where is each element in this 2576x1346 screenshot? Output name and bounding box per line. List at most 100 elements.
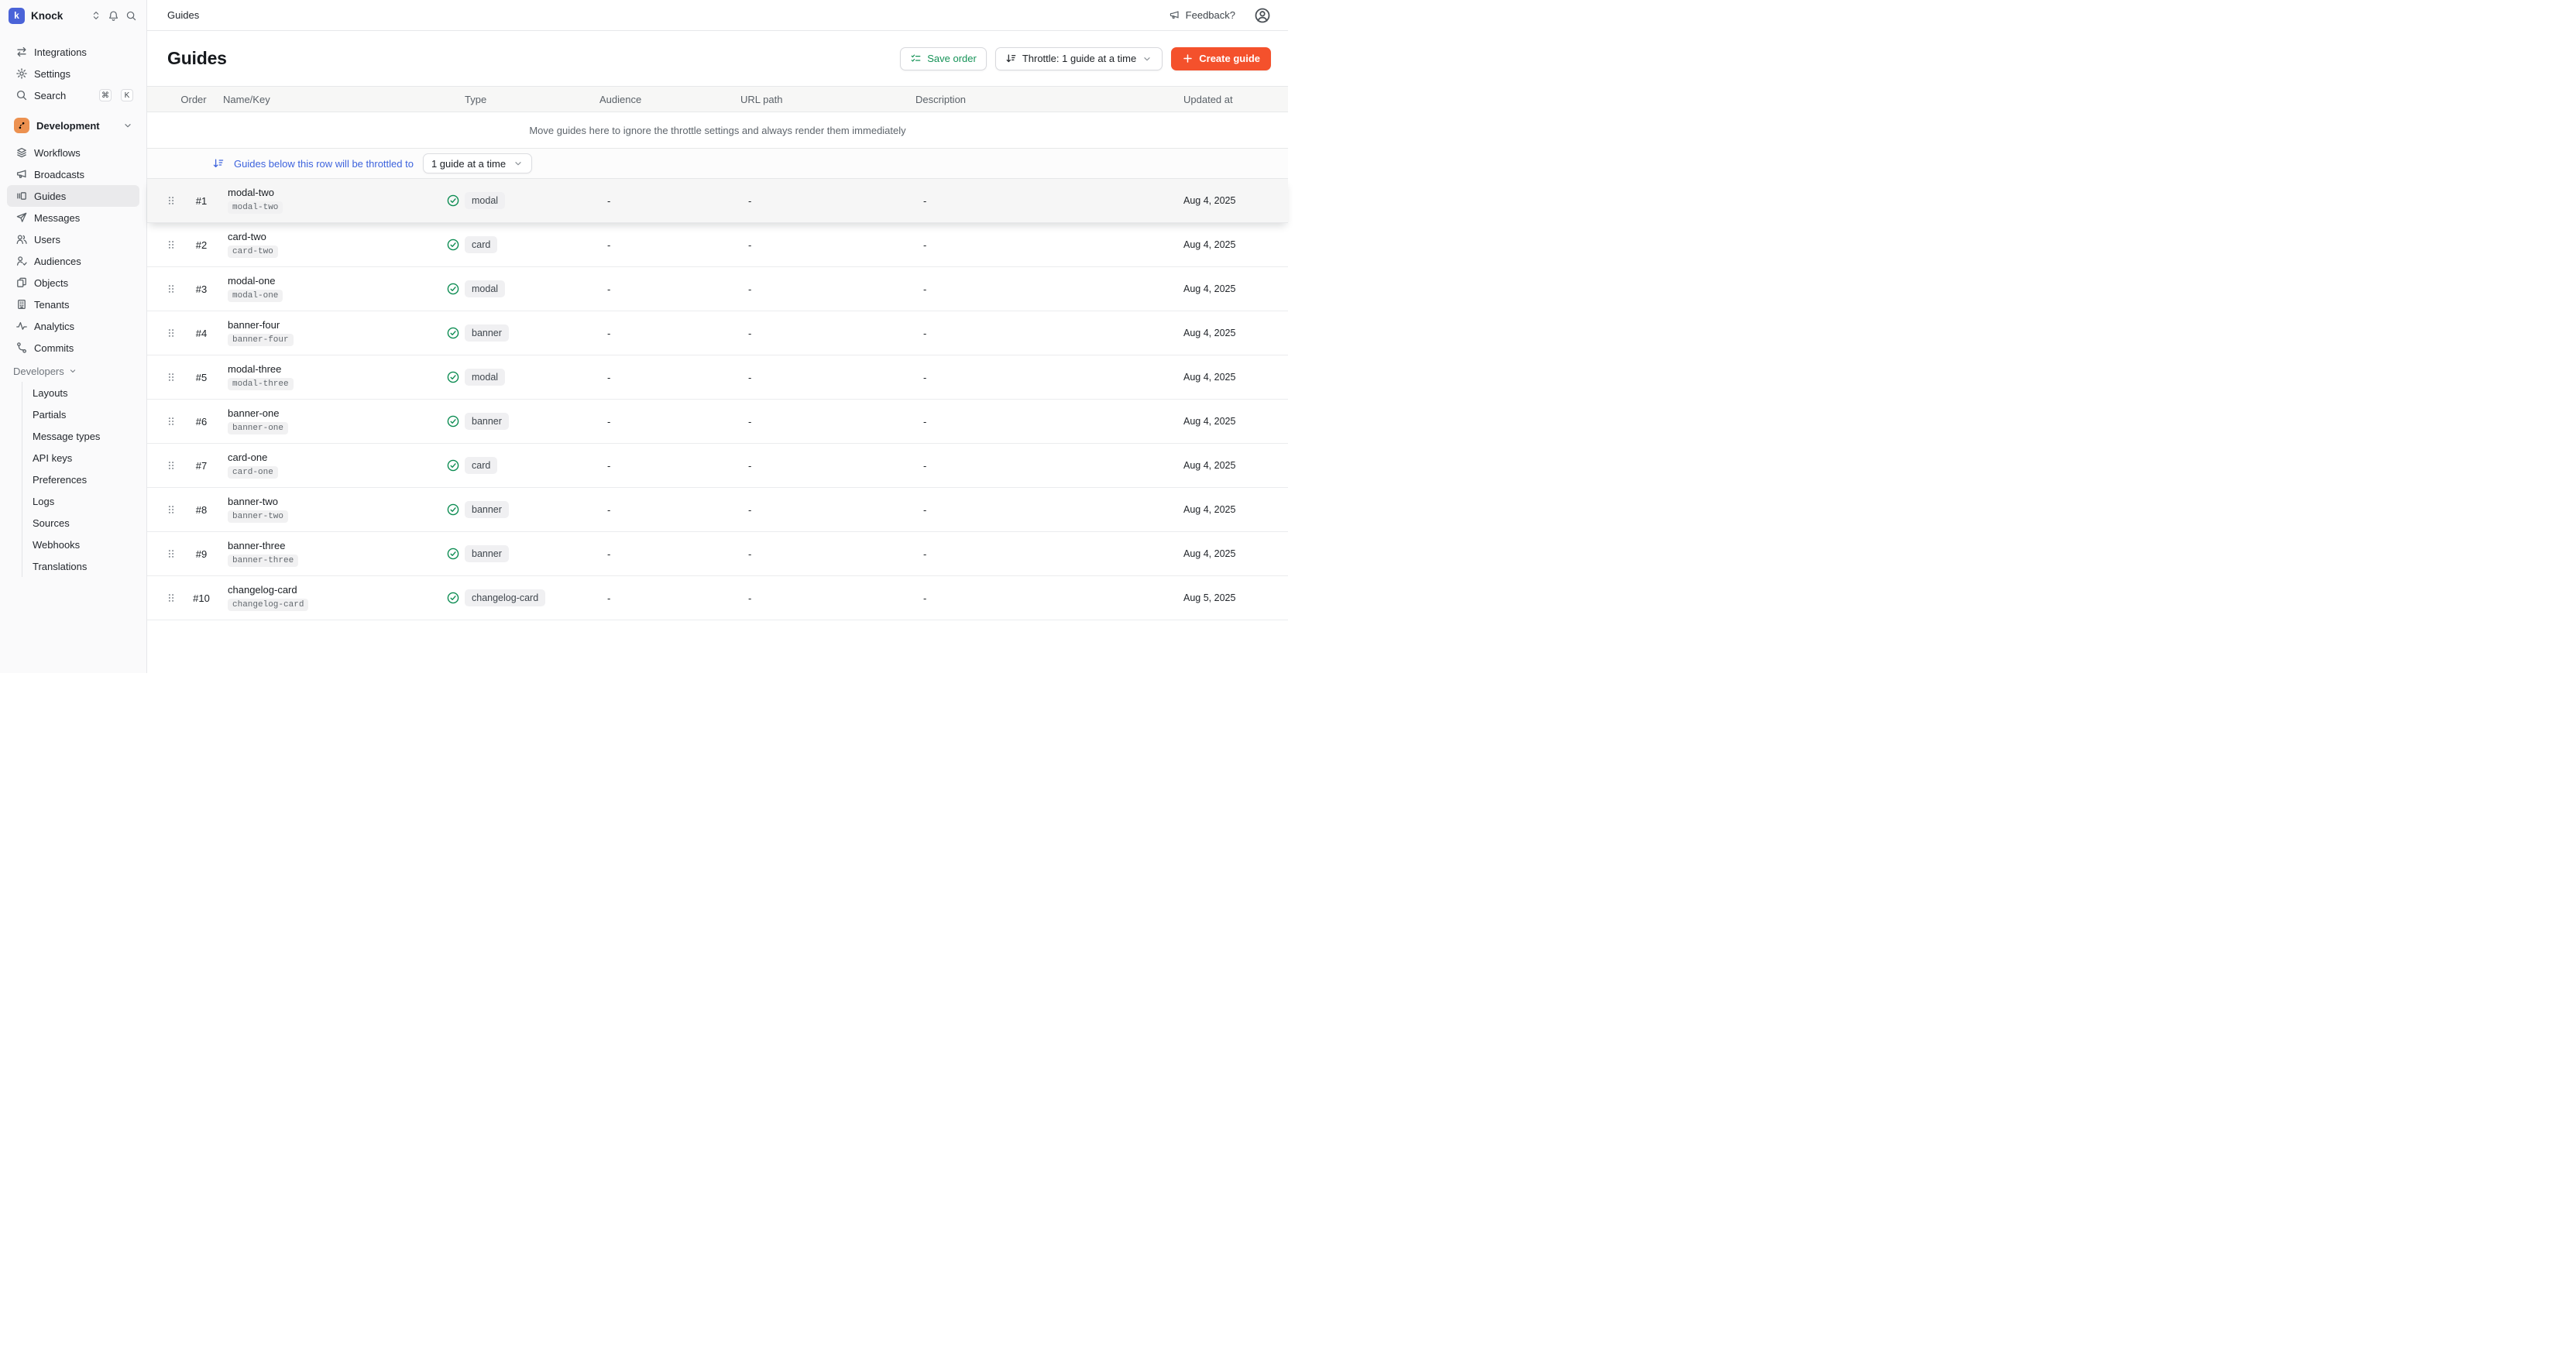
sidebar-subitem-preferences[interactable]: Preferences (22, 469, 139, 490)
sidebar-item-settings[interactable]: Settings (7, 63, 139, 84)
guide-name: modal-one (228, 276, 275, 287)
sidebar-subitem-sources[interactable]: Sources (22, 512, 139, 534)
sidebar-item-guides[interactable]: Guides (7, 185, 139, 207)
sidebar-subitem-label: Logs (33, 496, 54, 507)
guide-row-modal-two[interactable]: #1modal-twomodal-twomodal---Aug 4, 2025 (147, 179, 1288, 223)
drag-handle-icon[interactable] (166, 592, 177, 604)
guide-key-badge: banner-four (228, 334, 294, 346)
guide-audience: - (599, 504, 740, 516)
sidebar-item-label: Audiences (34, 256, 81, 267)
guide-row-banner-one[interactable]: #6banner-onebanner-onebanner---Aug 4, 20… (147, 400, 1288, 444)
drag-handle-icon[interactable] (166, 283, 177, 295)
guide-order: #5 (184, 372, 218, 383)
guide-row-changelog-card[interactable]: #10changelog-cardchangelog-cardchangelog… (147, 576, 1288, 620)
guide-type-cell: modal (465, 192, 505, 209)
sidebar-subitem-partials[interactable]: Partials (22, 403, 139, 425)
drag-handle-icon[interactable] (166, 239, 177, 251)
guide-description: - (915, 283, 1176, 295)
guide-row-banner-four[interactable]: #4banner-fourbanner-fourbanner---Aug 4, … (147, 311, 1288, 355)
sidebar-item-tenants[interactable]: Tenants (7, 294, 139, 315)
sidebar-subitem-layouts[interactable]: Layouts (22, 382, 139, 403)
column-header-name-key: Name/Key (218, 94, 441, 105)
sidebar-item-broadcasts[interactable]: Broadcasts (7, 163, 139, 185)
sidebar-subitem-logs[interactable]: Logs (22, 490, 139, 512)
drag-handle-icon[interactable] (166, 194, 177, 207)
knock-logo: k (9, 8, 25, 24)
panels-icon (15, 190, 28, 202)
drag-handle-icon[interactable] (166, 503, 177, 516)
sidebar-item-messages[interactable]: Messages (7, 207, 139, 228)
sidebar-item-label: Settings (34, 68, 70, 80)
drag-handle-icon[interactable] (166, 415, 177, 427)
throttle-divider-row: Guides below this row will be throttled … (147, 148, 1288, 179)
guide-url-path: - (740, 548, 915, 560)
guide-order: #2 (184, 239, 218, 251)
guide-row-modal-one[interactable]: #3modal-onemodal-onemodal---Aug 4, 2025 (147, 267, 1288, 311)
sidebar-subitem-api-keys[interactable]: API keys (22, 447, 139, 469)
sidebar-item-analytics[interactable]: Analytics (7, 315, 139, 337)
drag-handle-icon[interactable] (166, 327, 177, 339)
guide-description: - (915, 416, 1176, 427)
sidebar-item-label: Workflows (34, 147, 81, 159)
guide-key-badge: card-two (228, 246, 278, 258)
create-guide-label: Create guide (1199, 53, 1260, 64)
drag-handle-icon[interactable] (166, 459, 177, 472)
guide-description: - (915, 328, 1176, 339)
chevrons-up-down-icon[interactable] (91, 10, 101, 21)
search-icon[interactable] (125, 10, 137, 22)
guide-order: #4 (184, 328, 218, 339)
guide-row-banner-two[interactable]: #8banner-twobanner-twobanner---Aug 4, 20… (147, 488, 1288, 532)
sidebar-subitem-webhooks[interactable]: Webhooks (22, 534, 139, 555)
guide-type-badge: card (465, 457, 497, 474)
feedback-button[interactable]: Feedback? (1169, 9, 1235, 21)
create-guide-button[interactable]: Create guide (1171, 47, 1271, 70)
guide-name-cell: banner-twobanner-two (218, 496, 441, 523)
sidebar-item-label: Search (34, 90, 66, 101)
throttle-dropdown-button[interactable]: Throttle: 1 guide at a time (995, 47, 1163, 70)
guide-key-badge: card-one (228, 466, 278, 479)
throttle-value-dropdown[interactable]: 1 guide at a time (423, 153, 532, 173)
building-icon (15, 298, 28, 311)
status-check-circle-icon (441, 371, 465, 383)
feedback-label: Feedback? (1186, 9, 1235, 21)
sidebar-item-workflows[interactable]: Workflows (7, 142, 139, 163)
sidebar-item-audiences[interactable]: Audiences (7, 250, 139, 272)
environment-selector[interactable]: Development (7, 113, 139, 138)
sidebar-item-search[interactable]: Search⌘K (7, 84, 139, 106)
status-check-circle-icon (441, 194, 465, 207)
guide-url-path: - (740, 416, 915, 427)
sidebar-subitem-message-types[interactable]: Message types (22, 425, 139, 447)
sidebar-item-label: Analytics (34, 321, 74, 332)
guide-row-modal-three[interactable]: #5modal-threemodal-threemodal---Aug 4, 2… (147, 355, 1288, 400)
drag-handle-icon[interactable] (166, 371, 177, 383)
guide-name-cell: banner-onebanner-one (218, 408, 441, 434)
chevron-down-icon (1142, 53, 1152, 64)
bell-icon[interactable] (108, 10, 119, 22)
guide-url-path: - (740, 283, 915, 295)
guide-row-card-one[interactable]: #7card-onecard-onecard---Aug 4, 2025 (147, 444, 1288, 488)
status-check-circle-icon (441, 548, 465, 560)
guide-order: #8 (184, 504, 218, 516)
sidebar-item-objects[interactable]: Objects (7, 272, 139, 294)
swap-arrows-icon (15, 46, 28, 58)
sidebar-item-commits[interactable]: Commits (7, 337, 139, 359)
guide-updated-at: Aug 4, 2025 (1176, 372, 1288, 383)
megaphone-icon (15, 168, 28, 180)
guide-row-banner-three[interactable]: #9banner-threebanner-threebanner---Aug 4… (147, 532, 1288, 576)
guide-updated-at: Aug 4, 2025 (1176, 548, 1288, 559)
sidebar-item-label: Integrations (34, 46, 87, 58)
drag-handle-icon[interactable] (166, 548, 177, 560)
user-avatar-icon[interactable] (1254, 7, 1271, 24)
guide-row-card-two[interactable]: #2card-twocard-twocard---Aug 4, 2025 (147, 223, 1288, 267)
immediate-dropzone[interactable]: Move guides here to ignore the throttle … (147, 112, 1288, 148)
guide-order: #10 (184, 592, 218, 604)
table-body: #1modal-twomodal-twomodal---Aug 4, 2025 #… (147, 179, 1288, 620)
sidebar-subitem-translations[interactable]: Translations (22, 555, 139, 577)
workspace-switcher[interactable]: k Knock (0, 0, 146, 31)
sidebar-item-integrations[interactable]: Integrations (7, 41, 139, 63)
guide-type-badge: modal (465, 369, 505, 386)
table-header-row: Order Name/Key Type Audience URL path De… (147, 86, 1288, 112)
developers-section-toggle[interactable]: Developers (7, 360, 139, 382)
save-order-button[interactable]: Save order (900, 47, 987, 70)
sidebar-item-users[interactable]: Users (7, 228, 139, 250)
